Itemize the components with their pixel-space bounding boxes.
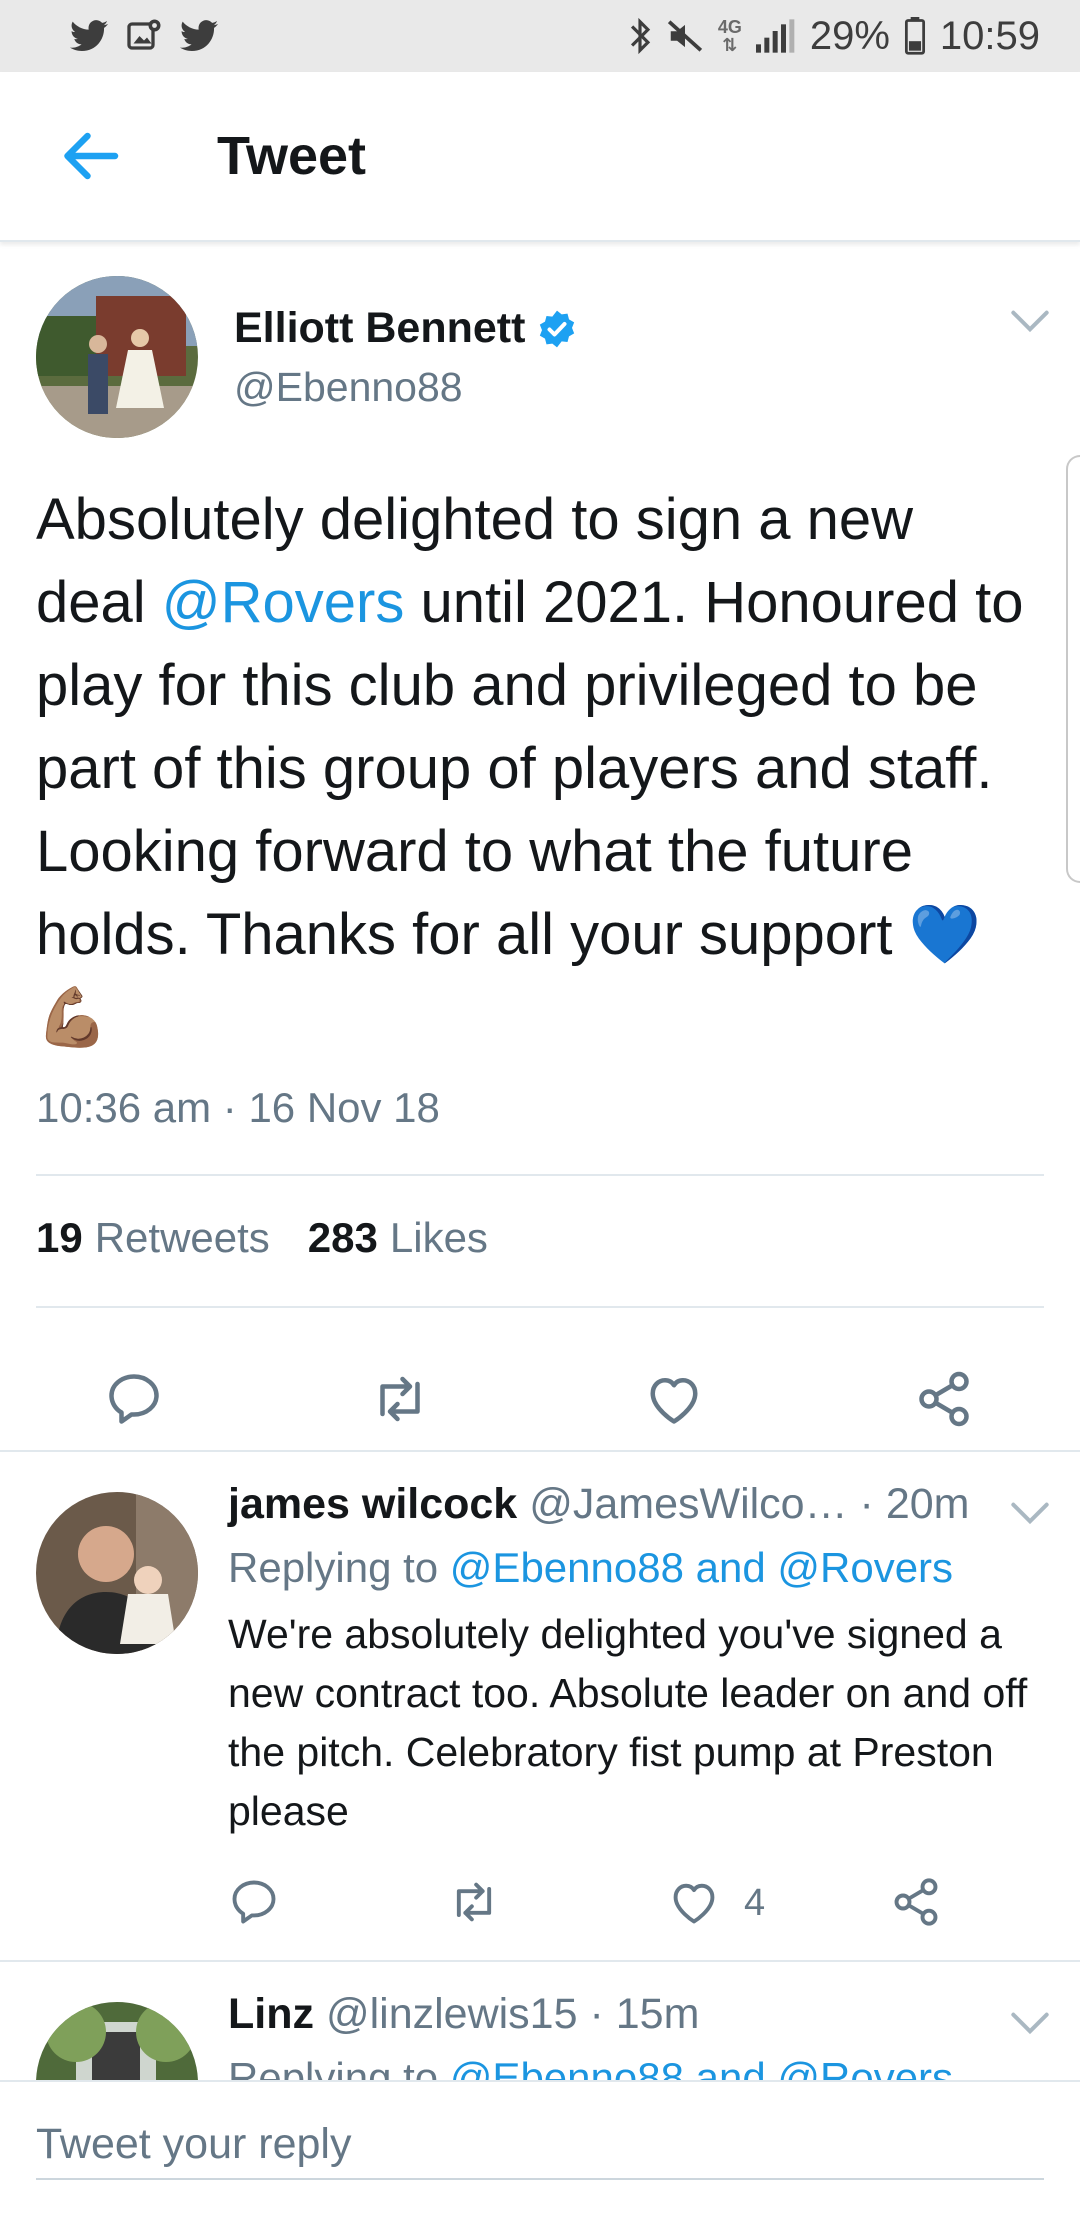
status-bar-system: 4G ⇅ 29% 10:59 — [628, 14, 1040, 59]
author-name-text: Elliott Bennett — [234, 304, 526, 352]
retweets-stat[interactable]: 19 Retweets — [36, 1214, 270, 1262]
clock: 10:59 — [939, 13, 1040, 58]
twitter-icon — [70, 20, 108, 52]
tweet-text-part: until 2021. Honoured to play for this cl… — [36, 570, 1024, 1050]
share-icon[interactable] — [914, 1369, 974, 1429]
reply-header: Linz @linzlewis15 · 15m — [228, 1990, 699, 2039]
retweet-icon[interactable] — [370, 1369, 430, 1429]
network-4g-icon: 4G ⇅ — [717, 17, 742, 55]
retweet-icon[interactable] — [448, 1876, 500, 1928]
replying-to-link[interactable]: @Ebenno88 and @Rovers — [450, 1544, 953, 1591]
avatar[interactable] — [36, 276, 198, 438]
mention-link[interactable]: @Rovers — [162, 570, 405, 635]
divider — [36, 1174, 1044, 1176]
replying-to: Replying to @Ebenno88 and @Rovers — [228, 1544, 953, 1592]
reply-author-handle[interactable]: @JamesWilco… — [529, 1480, 847, 1528]
scrollbar[interactable] — [1066, 455, 1080, 883]
battery-icon — [904, 17, 926, 55]
reply-author-name[interactable]: Linz — [228, 1990, 314, 2038]
bluetooth-icon — [628, 17, 652, 55]
reply-header: james wilcock @JamesWilco… · 20m — [228, 1480, 969, 1529]
retweets-label: Retweets — [94, 1214, 270, 1261]
status-bar-notifications — [70, 18, 218, 54]
share-icon[interactable] — [890, 1876, 942, 1928]
status-bar: 4G ⇅ 29% 10:59 — [0, 0, 1080, 72]
like-heart-icon[interactable] — [644, 1369, 704, 1429]
replying-to: Replying to @Ebenno88 and @Rovers — [228, 2054, 953, 2080]
reply-text: We're absolutely delighted you've signed… — [228, 1611, 1028, 1834]
reply-like-count: 4 — [744, 1882, 766, 1924]
reply-input[interactable] — [36, 2110, 1044, 2180]
reply-icon[interactable] — [228, 1876, 280, 1928]
tweet-actions — [0, 1339, 1080, 1449]
reply-tweet[interactable]: james wilcock @JamesWilco… · 20m Replyin… — [0, 1450, 1080, 1960]
chevron-down-icon[interactable] — [1010, 1498, 1050, 1528]
tweet-stats: 19 Retweets 283 Likes — [36, 1214, 488, 1262]
chevron-down-icon[interactable] — [1010, 2008, 1050, 2038]
compose-bar — [0, 2080, 1080, 2220]
likes-count: 283 — [307, 1214, 378, 1261]
reply-tweet[interactable]: Linz @linzlewis15 · 15m Replying to @Ebe… — [0, 1960, 1080, 2080]
verified-badge-icon — [540, 310, 575, 347]
battery-percent: 29% — [809, 13, 890, 58]
mute-icon — [666, 17, 704, 55]
likes-label: Likes — [389, 1214, 488, 1261]
twitter-icon — [180, 20, 218, 52]
reply-time: · 15m — [589, 1990, 700, 2038]
app-bar: Tweet — [0, 72, 1080, 242]
replying-to-link[interactable]: @Ebenno88 and @Rovers — [450, 2054, 953, 2080]
divider — [36, 1306, 1044, 1308]
page-title: Tweet — [217, 126, 367, 186]
signal-icon — [755, 19, 796, 53]
retweets-count: 19 — [36, 1214, 83, 1261]
reply-author-handle[interactable]: @linzlewis15 — [326, 1990, 578, 2038]
tweet-text: Absolutely delighted to sign a new deal … — [36, 478, 1036, 1059]
avatar[interactable] — [36, 2002, 198, 2080]
replying-to-label: Replying to — [228, 2054, 450, 2080]
chevron-down-icon[interactable] — [1010, 306, 1050, 336]
back-arrow-icon — [64, 132, 119, 180]
author-name[interactable]: Elliott Bennett — [234, 304, 577, 353]
tweet-timestamp: 10:36 am · 16 Nov 18 — [36, 1084, 440, 1131]
reply-time: · 20m — [859, 1480, 970, 1528]
avatar[interactable] — [36, 1492, 198, 1654]
like-heart-icon[interactable] — [668, 1876, 720, 1928]
reply-author-name[interactable]: james wilcock — [228, 1480, 517, 1528]
replying-to-label: Replying to — [228, 1544, 450, 1591]
back-button[interactable] — [45, 111, 135, 201]
reply-icon[interactable] — [104, 1369, 164, 1429]
gallery-notification-icon — [126, 18, 162, 54]
likes-stat[interactable]: 283 Likes — [308, 1214, 488, 1262]
author-handle[interactable]: @Ebenno88 — [234, 364, 463, 411]
